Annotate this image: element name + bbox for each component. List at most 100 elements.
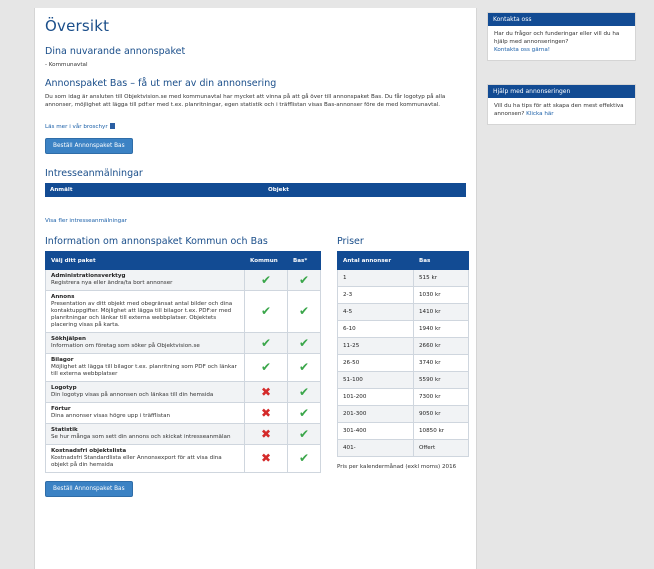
package-name: Kostnadsfri objektslista bbox=[51, 448, 127, 454]
prices-heading: Priser bbox=[337, 236, 364, 247]
bas-cell: ✔ bbox=[287, 353, 321, 382]
price-count: 51-100 bbox=[337, 371, 414, 389]
info-section: Information om annonspaket Kommun och Ba… bbox=[45, 236, 321, 505]
check-icon: ✔ bbox=[298, 360, 310, 374]
current-package-item: - Kommunavtal bbox=[45, 62, 88, 68]
col-kommun: Kommun bbox=[244, 251, 288, 270]
package-row: Administrationsverktyg Registrera nya ell… bbox=[45, 269, 321, 291]
contact-text: Har du frågor och funderingar eller vill… bbox=[494, 31, 620, 45]
price-value: 1030 kr bbox=[413, 286, 469, 304]
col-price: Bas bbox=[413, 251, 469, 270]
price-row: 301-400 10850 kr bbox=[337, 422, 469, 440]
help-box: Hjälp med annonseringen Vill du ha tips … bbox=[487, 84, 636, 125]
package-desc: Presentation av ditt objekt med obegräns… bbox=[51, 301, 233, 328]
check-icon: ✔ bbox=[298, 272, 310, 287]
pdf-icon[interactable] bbox=[109, 123, 115, 129]
prices-section: Priser Antal annonser Bas 1 515 kr 2-3 1030… bbox=[337, 236, 469, 505]
col-count: Antal annonser bbox=[337, 251, 414, 270]
price-count: 11-25 bbox=[337, 337, 414, 355]
price-row: 4-5 1410 kr bbox=[337, 303, 469, 321]
help-link[interactable]: Klicka här bbox=[526, 111, 553, 117]
package-cell: Annons Presentation av ditt objekt med ob… bbox=[45, 290, 245, 333]
package-row: Statistik Se hur många som sett din annon… bbox=[45, 423, 321, 445]
package-desc: Din logotyp visas på annonsen och länkas… bbox=[51, 392, 214, 398]
price-value: 2660 kr bbox=[413, 337, 469, 355]
price-value: 1940 kr bbox=[413, 320, 469, 338]
price-count: 101-200 bbox=[337, 388, 414, 406]
bas-cell: ✔ bbox=[287, 444, 321, 473]
brochure-link[interactable]: Läs mer i vår broschyr bbox=[45, 124, 108, 130]
package-cell: Logotyp Din logotyp visas på annonsen och… bbox=[45, 381, 245, 403]
package-cell: Kostnadsfri objektslista Kostnadsfri Stan… bbox=[45, 444, 245, 473]
check-icon: ✔ bbox=[260, 360, 272, 374]
kommun-cell: ✔ bbox=[244, 332, 288, 354]
price-value: 1410 kr bbox=[413, 303, 469, 321]
package-cell: Förtur Dina annonser visas högre upp i tr… bbox=[45, 402, 245, 424]
check-icon: ✔ bbox=[298, 304, 310, 318]
package-row: Förtur Dina annonser visas högre upp i tr… bbox=[45, 402, 321, 424]
package-cell: Administrationsverktyg Registrera nya ell… bbox=[45, 269, 245, 291]
help-heading: Hjälp med annonseringen bbox=[488, 85, 635, 98]
price-note: Pris per kalendermånad (exkl moms) 2016 bbox=[337, 464, 457, 470]
price-row: 201-300 9050 kr bbox=[337, 405, 469, 423]
interest-table-header: Anmält Objekt bbox=[45, 183, 466, 197]
cross-icon: ✖ bbox=[260, 451, 272, 465]
price-value: 10850 kr bbox=[413, 422, 469, 440]
kommun-cell: ✖ bbox=[244, 444, 288, 473]
bas-cell: ✔ bbox=[287, 423, 321, 445]
check-icon: ✔ bbox=[260, 335, 272, 350]
contact-heading: Kontakta oss bbox=[488, 13, 635, 26]
price-row: 401- Offert bbox=[337, 439, 469, 457]
cross-icon: ✖ bbox=[260, 426, 272, 441]
order-bas-button-top[interactable]: Beställ Annonspaket Bas bbox=[45, 138, 133, 154]
contact-link[interactable]: Kontakta oss gärna! bbox=[494, 47, 550, 53]
price-value: 7300 kr bbox=[413, 388, 469, 406]
package-desc: Kostnadsfri Standardlista eller Annonsex… bbox=[51, 455, 222, 468]
bas-cell: ✔ bbox=[287, 332, 321, 354]
package-row: Annons Presentation av ditt objekt med ob… bbox=[45, 290, 321, 333]
kommun-cell: ✔ bbox=[244, 290, 288, 333]
interest-col-reported: Anmält bbox=[50, 187, 73, 193]
price-count: 201-300 bbox=[337, 405, 414, 423]
package-desc: Registrera nya eller ändra/ta bort annon… bbox=[51, 280, 173, 286]
kommun-cell: ✔ bbox=[244, 353, 288, 382]
interest-heading: Intresseanmälningar bbox=[45, 168, 143, 179]
bas-description: Du som idag är ansluten till Objektvisio… bbox=[45, 94, 446, 108]
package-table: Välj ditt paket Kommun Bas* Administrati… bbox=[45, 251, 321, 473]
package-name: Förtur bbox=[51, 406, 71, 412]
cross-icon: ✖ bbox=[260, 405, 272, 420]
interest-col-object: Objekt bbox=[268, 187, 289, 193]
package-desc: Möjlighet att lägga till bilagor t.ex. p… bbox=[51, 364, 237, 377]
package-desc: Information om företag som söker på Obje… bbox=[51, 343, 200, 349]
package-name: Administrationsverktyg bbox=[51, 273, 126, 279]
help-text: Vill du ha tips för att skapa den mest e… bbox=[494, 103, 624, 117]
kommun-cell: ✔ bbox=[244, 269, 288, 291]
price-count: 6-10 bbox=[337, 320, 414, 338]
package-name: Annons bbox=[51, 294, 75, 300]
cross-icon: ✖ bbox=[260, 384, 272, 399]
kommun-cell: ✖ bbox=[244, 381, 288, 403]
price-count: 4-5 bbox=[337, 303, 414, 321]
kommun-cell: ✖ bbox=[244, 402, 288, 424]
package-name: Bilagor bbox=[51, 357, 74, 363]
package-row: Kostnadsfri objektslista Kostnadsfri Stan… bbox=[45, 444, 321, 473]
price-row: 51-100 5590 kr bbox=[337, 371, 469, 389]
price-count: 401- bbox=[337, 439, 414, 457]
price-count: 2-3 bbox=[337, 286, 414, 304]
check-icon: ✔ bbox=[298, 426, 310, 441]
price-table: Antal annonser Bas 1 515 kr 2-3 1030 kr 4-5 1… bbox=[337, 251, 469, 457]
order-bas-button-bottom[interactable]: Beställ Annonspaket Bas bbox=[45, 481, 133, 497]
kommun-cell: ✖ bbox=[244, 423, 288, 445]
bas-heading: Annonspaket Bas – få ut mer av din annon… bbox=[45, 78, 277, 89]
col-package: Välj ditt paket bbox=[45, 251, 245, 270]
more-interest-link[interactable]: Visa fler intresseanmälningar bbox=[45, 218, 127, 224]
package-desc: Se hur många som sett din annons och ski… bbox=[51, 434, 231, 440]
price-row: 26-50 3740 kr bbox=[337, 354, 469, 372]
price-count: 26-50 bbox=[337, 354, 414, 372]
package-row: Logotyp Din logotyp visas på annonsen och… bbox=[45, 381, 321, 403]
package-desc: Dina annonser visas högre upp i träfflis… bbox=[51, 413, 171, 419]
check-icon: ✔ bbox=[260, 304, 272, 318]
page-title: Översikt bbox=[45, 17, 110, 35]
check-icon: ✔ bbox=[298, 451, 310, 465]
check-icon: ✔ bbox=[298, 405, 310, 420]
